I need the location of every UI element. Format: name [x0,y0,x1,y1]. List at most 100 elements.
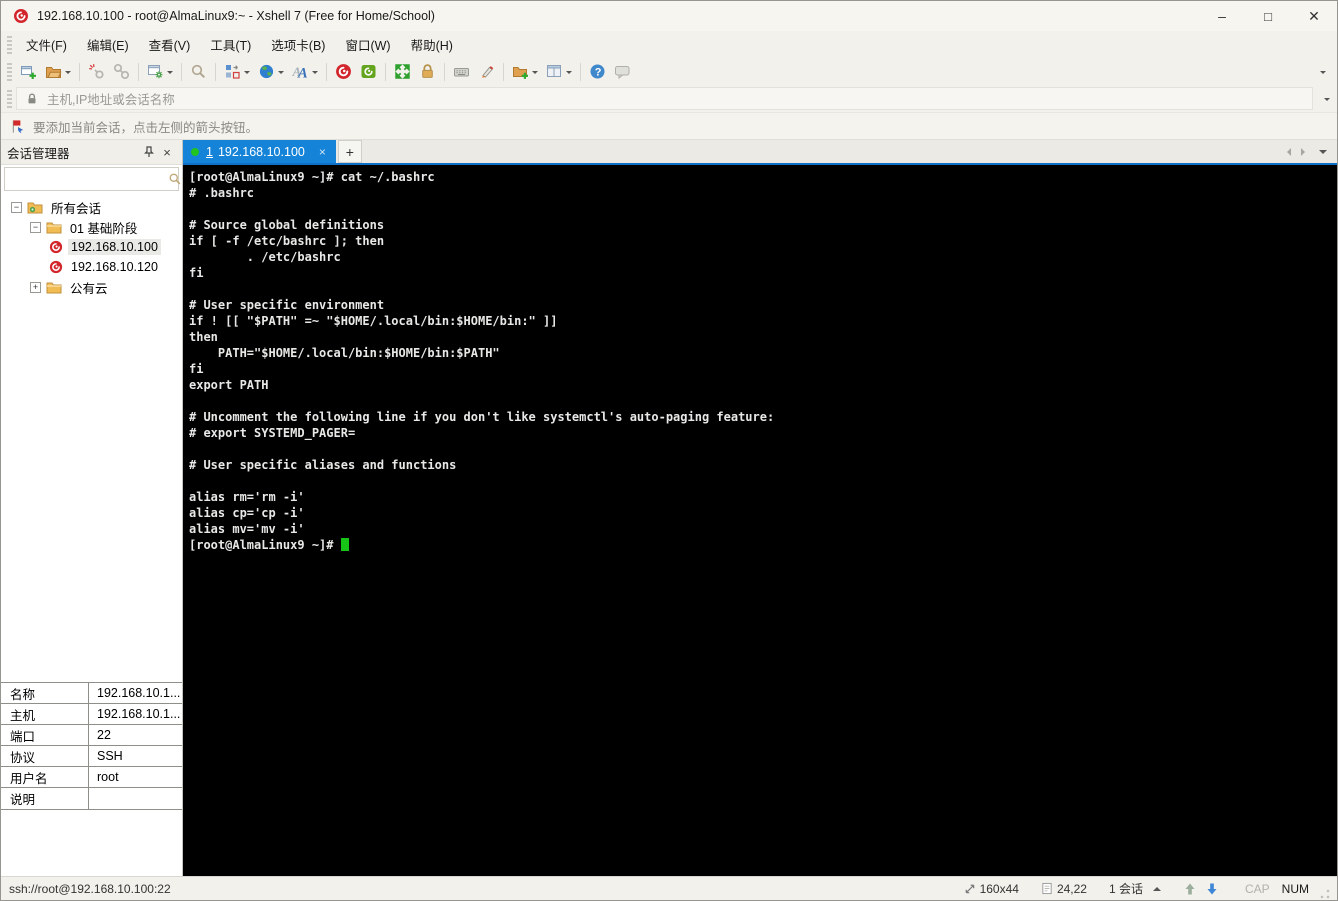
minimize-button[interactable]: – [1199,1,1245,31]
property-key: 名称 [1,683,89,703]
property-row: 说明 [1,788,182,809]
fullscreen-icon[interactable] [391,61,414,82]
open-session-dropdown[interactable] [65,70,71,77]
host-address-input[interactable]: 主机,IP地址或会话名称 [16,87,1313,110]
terminal-line: if ! [[ "$PATH" =~ "$HOME/.local/bin:$HO… [189,314,558,328]
add-session-flag-icon[interactable] [11,119,26,134]
highlighter-icon[interactable] [475,61,498,82]
new-session-icon[interactable] [17,61,40,82]
menu-edit[interactable]: 编辑(E) [77,31,139,58]
font-dropdown[interactable] [312,70,318,77]
tab-connected-status-icon [191,147,199,156]
session-count[interactable]: 1 会话 [1109,880,1161,897]
toolbar-separator [79,62,80,81]
pin-panel-icon[interactable] [140,146,158,158]
close-button[interactable]: ✕ [1291,1,1337,31]
expand-icon[interactable]: + [30,281,41,293]
toolbar-overflow-button[interactable] [1314,65,1329,79]
xftp-icon[interactable] [357,61,380,82]
session-search-icon[interactable] [168,172,182,186]
web-browser-icon[interactable] [255,61,287,82]
help-icon[interactable]: ? [586,61,609,82]
property-value: 22 [97,728,111,742]
tree-item[interactable]: − 01 基础阶段 [1,217,182,237]
xshell-icon[interactable] [332,61,355,82]
web-browser-dropdown[interactable] [278,70,284,77]
upload-button[interactable] [1183,882,1197,896]
window-layout-dropdown[interactable] [566,70,572,77]
window-title: 192.168.10.100 - root@AlmaLinux9:~ - Xsh… [37,9,435,23]
menu-window[interactable]: 窗口(W) [335,31,400,58]
tree-item[interactable]: + 公有云 [1,277,182,297]
menu-file[interactable]: 文件(F) [16,31,77,58]
font-icon[interactable]: AA [289,61,321,82]
tab-number: 1 [206,144,213,159]
terminal-cursor [340,538,349,551]
terminal-output[interactable]: [root@AlmaLinux9 ~]# cat ~/.bashrc # .bas… [183,165,1337,876]
new-session-folder-icon[interactable] [509,62,541,82]
property-key: 主机 [1,704,89,724]
menu-view[interactable]: 查看(V) [139,31,201,58]
feedback-icon[interactable] [611,61,634,82]
info-bar-text: 要添加当前会话，点击左侧的箭头按钮。 [33,120,259,135]
open-session-icon[interactable] [42,62,74,82]
new-session-folder-dropdown[interactable] [532,70,538,77]
session-search-input[interactable] [5,168,168,190]
session-icon [49,240,63,254]
reconnect-icon [110,61,133,82]
tab-scroll-right-icon[interactable] [1301,147,1309,156]
tree-item[interactable]: 192.168.10.100 [1,237,182,257]
terminal-line: fi [189,362,204,376]
menu-tab[interactable]: 选项卡(B) [261,31,335,58]
menu-tools[interactable]: 工具(T) [200,31,261,58]
tab-scroll-left-icon[interactable] [1283,147,1291,156]
find-icon[interactable] [187,61,210,82]
terminal-line: then [189,330,218,344]
toolbar-separator [444,62,445,81]
tree-item[interactable]: 192.168.10.120 [1,257,182,277]
tab-session[interactable]: 1 192.168.10.100 × [183,140,336,163]
toolbar-separator [503,62,504,81]
tree-item[interactable]: − 所有会话 [1,197,182,217]
property-row: 协议 SSH [1,746,182,767]
virtual-keyboard-icon[interactable] [450,61,473,82]
close-panel-icon[interactable]: × [158,145,176,160]
terminal-line: [root@AlmaLinux9 ~]# cat ~/.bashrc [189,170,435,184]
maximize-button[interactable]: □ [1245,1,1291,31]
tab-list-dropdown-icon[interactable] [1319,149,1327,158]
collapse-icon[interactable]: − [30,221,41,233]
folder-icon [46,281,62,294]
svg-text:?: ? [595,67,602,79]
tab-close-icon[interactable]: × [319,145,326,159]
disconnect-icon [85,61,108,82]
terminal-line: if [ -f /etc/bashrc ]; then [189,234,385,248]
session-count-popup-icon[interactable] [1152,883,1161,891]
resize-grip[interactable] [1319,888,1331,900]
session-properties-icon[interactable] [144,61,176,82]
addressbar-grip [7,89,12,108]
collapse-icon[interactable]: − [11,201,22,213]
arrange-layout-dropdown[interactable] [244,70,250,77]
property-key: 用户名 [1,767,89,787]
download-button[interactable] [1205,882,1219,896]
property-row: 名称 192.168.10.1... [1,683,182,704]
property-row: 用户名 root [1,767,182,788]
arrange-layout-icon[interactable] [221,61,253,82]
session-search-box[interactable] [4,167,182,191]
tree-item-label: 01 基础阶段 [70,221,138,236]
session-properties-dropdown[interactable] [167,70,173,77]
terminal-line: # .bashrc [189,186,255,200]
window-layout-icon[interactable] [543,61,575,82]
menu-help[interactable]: 帮助(H) [401,31,463,58]
terminal-line: alias rm='rm -i' [189,490,305,504]
address-dropdown-button[interactable] [1313,94,1337,104]
num-lock-indicator: NUM [1281,881,1309,896]
new-tab-button[interactable]: + [337,140,362,163]
lock-screen-icon[interactable] [416,61,439,82]
terminal-line: # Uncomment the following line if you do… [189,410,775,424]
toolbar-separator [385,62,386,81]
